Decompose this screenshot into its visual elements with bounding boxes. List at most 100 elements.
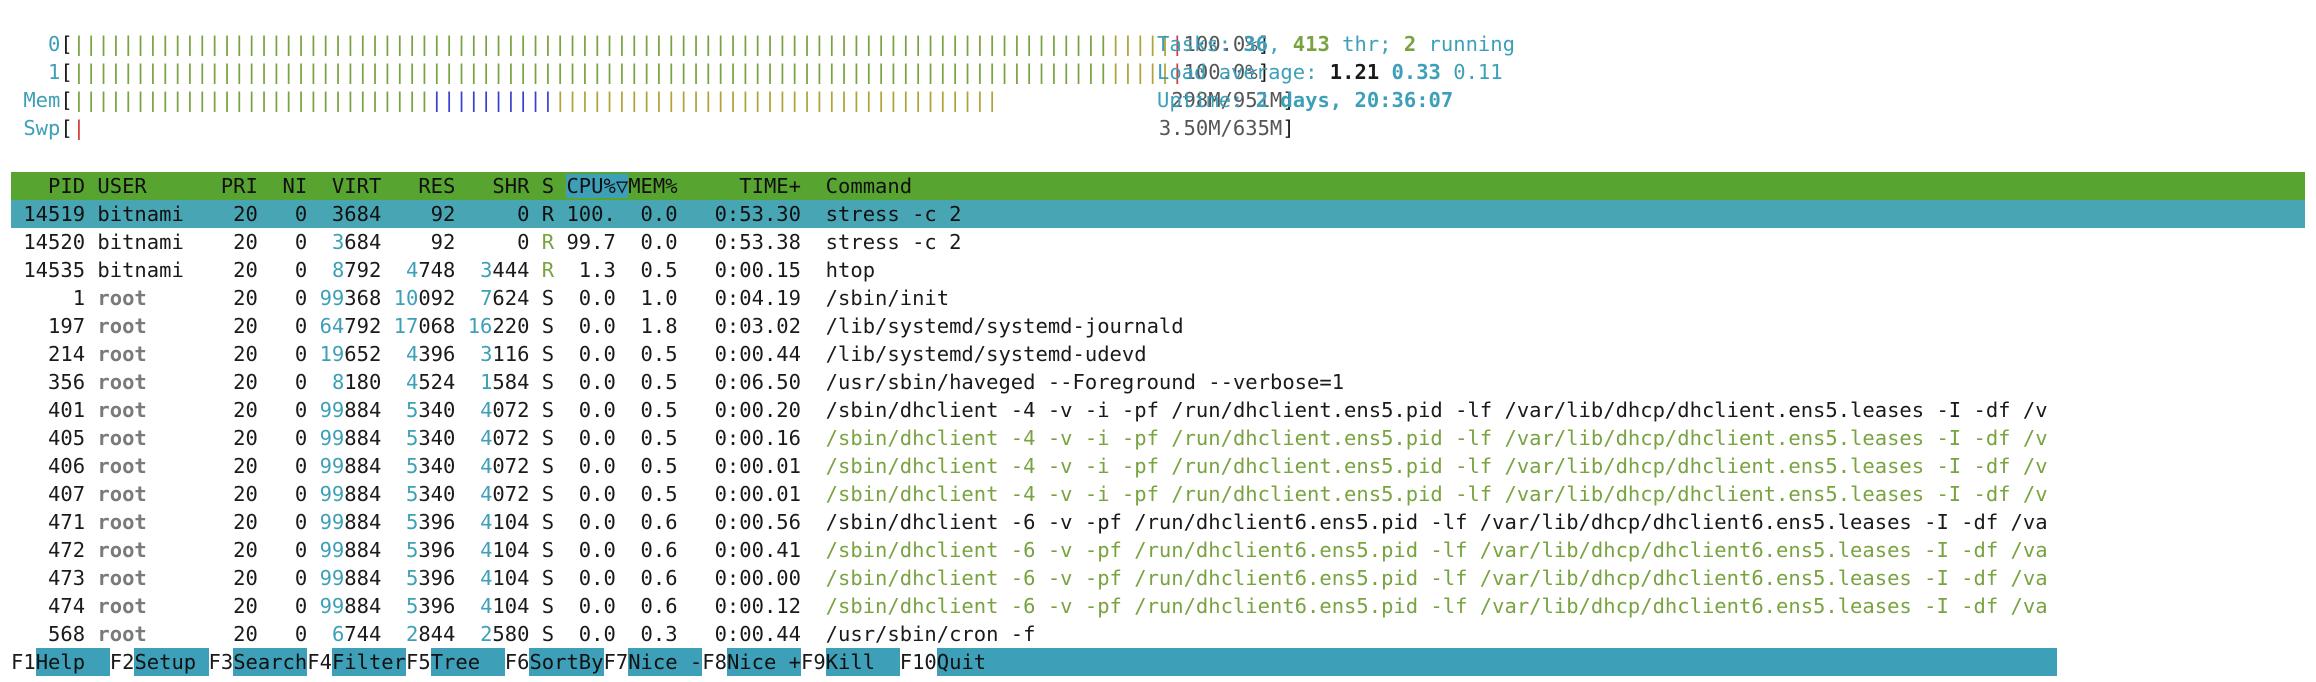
fkey-f9-label[interactable]: Kill (825, 648, 900, 676)
state-cell: R (541, 230, 555, 254)
col-ni-header[interactable]: NI (258, 174, 320, 198)
table-row[interactable]: 197 root 20 0 64792 17068 16220 S 0.0 1.… (11, 312, 2305, 340)
pid-cell: 214 (11, 342, 98, 366)
fkey-f2-label[interactable]: Setup (134, 648, 209, 676)
col-time-header[interactable]: TIME+ (690, 174, 826, 198)
table-row[interactable]: 472 root 20 0 99884 5396 4104 S 0.0 0.6 … (11, 536, 2305, 564)
command-cell: /lib/systemd/systemd-udevd (825, 342, 1147, 366)
col-pid-header[interactable]: PID (11, 174, 97, 198)
fkey-f2[interactable]: F2 (110, 650, 135, 674)
fkey-f4-label[interactable]: Filter (331, 648, 406, 676)
shr-cell-thousands: 4 (480, 454, 493, 478)
state-cell: S (541, 594, 555, 618)
fkey-f3-label[interactable]: Search (233, 648, 308, 676)
virt-cell: 884 (344, 398, 382, 422)
fkey-f4[interactable]: F4 (307, 650, 332, 674)
res-cell-thousands: 4 (406, 258, 419, 282)
virt-cell-thousands: 99 (319, 426, 345, 450)
col-pri-header[interactable]: PRI (209, 174, 258, 198)
table-row[interactable]: 401 root 20 0 99884 5340 4072 S 0.0 0.5 … (11, 396, 2305, 424)
user-cell: root (97, 594, 209, 618)
ni-cell: 0 (257, 538, 320, 562)
fkey-f10[interactable]: F10 (900, 650, 937, 674)
table-row[interactable]: 14519 bitnami 20 0 3684 92 0 R 100. 0.0 … (11, 200, 2305, 228)
threads-label: thr; (1329, 32, 1404, 56)
virt-cell: 180 (344, 370, 382, 394)
time-cell: 0:04.19 (689, 286, 826, 310)
table-row[interactable]: 1 root 20 0 99368 10092 7624 S 0.0 1.0 0… (11, 284, 2305, 312)
fkey-f7-label[interactable]: Nice - (628, 648, 703, 676)
fkey-f9[interactable]: F9 (801, 650, 826, 674)
table-row[interactable]: 14535 bitnami 20 0 8792 4748 3444 R 1.3 … (11, 256, 2305, 284)
shr-cell-thousands: 2 (480, 622, 493, 646)
pid-cell: 197 (11, 314, 98, 338)
fkey-f6-label[interactable]: SortBy (529, 648, 604, 676)
user-cell: root (97, 286, 209, 310)
res-cell-thousands: 5 (406, 482, 419, 506)
pid-cell: 471 (11, 510, 98, 534)
fkey-f1[interactable]: F1 (11, 650, 36, 674)
cpu-cell: 0.0 (566, 426, 629, 450)
pri-cell: 20 (208, 258, 258, 282)
shr-cell: 104 (492, 510, 530, 534)
res-cell-thousands: 5 (406, 566, 419, 590)
col-user-header[interactable]: USER (97, 174, 208, 198)
virt-cell-thousands: 99 (319, 510, 345, 534)
fkey-f1-label[interactable]: Help (35, 648, 110, 676)
fkey-f6[interactable]: F6 (505, 650, 530, 674)
col-s-header[interactable]: S (542, 174, 567, 198)
col-cpu-header[interactable]: CPU%▽ (566, 174, 629, 198)
res-cell: 396 (418, 594, 456, 618)
res-cell: 340 (418, 426, 456, 450)
mem-cell: 0.3 (628, 622, 690, 646)
load-label: Load average: (1157, 60, 1330, 84)
shr-cell: 444 (492, 258, 530, 282)
virt-cell: 368 (344, 286, 382, 310)
col-shr-header[interactable]: SHR (468, 174, 542, 198)
col-virt-header[interactable]: VIRT (320, 174, 394, 198)
uptime-info: Uptime: 2 days, 20:36:07 (1157, 86, 1453, 114)
table-row[interactable]: 568 root 20 0 6744 2844 2580 S 0.0 0.3 0… (11, 620, 2305, 648)
user-cell: root (97, 566, 209, 590)
fkey-f8[interactable]: F8 (702, 650, 727, 674)
command-cell: /sbin/dhclient -4 -v -i -pf /run/dhclien… (825, 426, 2048, 450)
table-row[interactable]: 405 root 20 0 99884 5340 4072 S 0.0 0.5 … (11, 424, 2305, 452)
table-row[interactable]: 406 root 20 0 99884 5340 4072 S 0.0 0.5 … (11, 452, 2305, 480)
col-command-header[interactable]: Command (826, 174, 912, 198)
col-res-header[interactable]: RES (394, 174, 468, 198)
table-row[interactable]: 471 root 20 0 99884 5396 4104 S 0.0 0.6 … (11, 508, 2305, 536)
table-row[interactable]: 356 root 20 0 8180 4524 1584 S 0.0 0.5 0… (11, 368, 2305, 396)
state-cell: S (541, 622, 555, 646)
pri-cell: 20 (208, 314, 258, 338)
pri-cell: 20 (208, 594, 258, 618)
table-row[interactable]: 407 root 20 0 99884 5340 4072 S 0.0 0.5 … (11, 480, 2305, 508)
cpu-cell: 1.3 (566, 258, 629, 282)
process-table-header[interactable]: PID USER PRI NI VIRT RES SHR S CPU%▽MEM%… (11, 172, 2305, 200)
fkey-f7[interactable]: F7 (604, 650, 629, 674)
fkey-f5[interactable]: F5 (406, 650, 431, 674)
command-cell: /sbin/dhclient -6 -v -pf /run/dhclient6.… (825, 510, 2048, 534)
fkey-f10-label[interactable]: Quit (936, 648, 2057, 676)
pri-cell: 20 (208, 370, 258, 394)
fkey-f8-label[interactable]: Nice + (726, 648, 801, 676)
time-cell: 0:00.16 (689, 426, 826, 450)
virt-cell-thousands: 8 (331, 370, 345, 394)
table-row[interactable]: 214 root 20 0 19652 4396 3116 S 0.0 0.5 … (11, 340, 2305, 368)
state-cell: S (541, 370, 555, 394)
table-row[interactable]: 14520 bitnami 20 0 3684 92 0 R 99.7 0.0 … (11, 228, 2305, 256)
load-5min: 0.33 (1391, 60, 1441, 84)
table-row[interactable]: 473 root 20 0 99884 5396 4104 S 0.0 0.6 … (11, 564, 2305, 592)
fkey-f3[interactable]: F3 (209, 650, 234, 674)
cpu-cell: 0.0 (566, 566, 629, 590)
time-cell: 0:00.44 (689, 622, 826, 646)
command-cell: stress -c 2 (825, 230, 962, 254)
mem-cell: 0.5 (628, 258, 690, 282)
shr-cell: 624 (492, 286, 530, 310)
res-cell: 396 (418, 510, 456, 534)
virt-cell-thousands: 99 (319, 482, 345, 506)
fkey-f5-label[interactable]: Tree (430, 648, 505, 676)
user-cell: root (97, 510, 209, 534)
ni-cell: 0 (257, 230, 320, 254)
table-row[interactable]: 474 root 20 0 99884 5396 4104 S 0.0 0.6 … (11, 592, 2305, 620)
col-mem-header[interactable]: MEM% (628, 174, 690, 198)
